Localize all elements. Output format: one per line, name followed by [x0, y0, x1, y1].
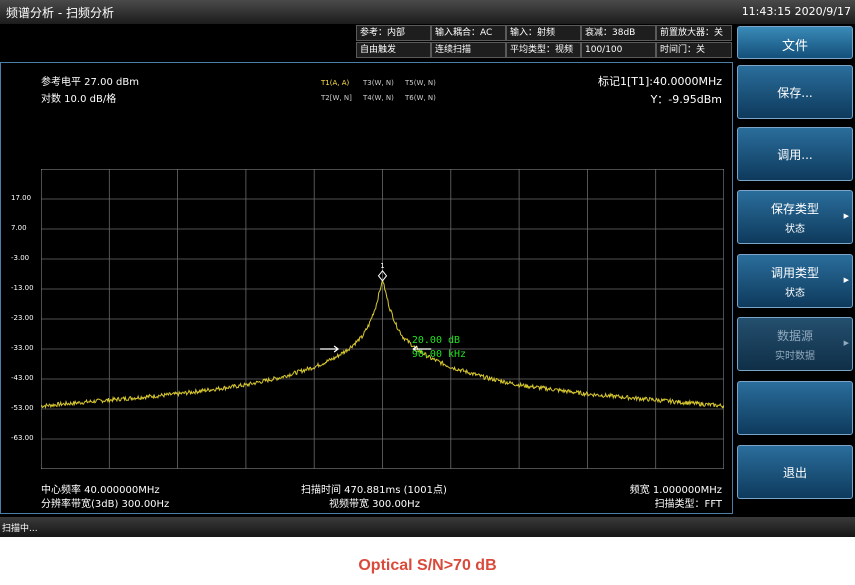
file-menu-button[interactable]: 文件: [737, 26, 853, 59]
y-tick-label: -13.00: [11, 284, 34, 292]
softkey-sub-label: 实时数据: [775, 351, 815, 362]
save-type-button[interactable]: 保存类型 状态 ▶: [737, 190, 853, 244]
bandwidth-annotation: 20.00 dB: [412, 335, 460, 346]
figure-caption: Optical S/N>70 dB: [358, 557, 497, 574]
softkey-label: 调用...: [777, 148, 813, 162]
y-tick-label: -43.00: [11, 374, 34, 382]
softkey-panel: 文件 保存... 调用... 保存类型 状态 ▶ 调用类型 状态 ▶ 数据源 实…: [733, 24, 855, 514]
info-trigger: 自由触发: [356, 42, 431, 58]
submenu-arrow-icon: ▶: [843, 276, 849, 284]
clock: 11:43:15 2020/9/17: [741, 5, 851, 18]
trace-1-label[interactable]: T1(A, A): [321, 79, 349, 87]
status-bar: 扫描中...: [0, 517, 855, 537]
resolution-bandwidth: 分辨率带宽(3dB) 300.00Hz: [41, 499, 170, 510]
recall-button[interactable]: 调用...: [737, 127, 853, 181]
bandwidth-annotation: 90.00 kHz: [412, 349, 466, 360]
trace-5-label[interactable]: T5(W, N): [405, 79, 436, 87]
y-tick-label: -33.00: [11, 344, 34, 352]
softkey-label: 数据源: [776, 329, 813, 343]
sweep-time: 扫描时间 470.881ms (1001点): [301, 485, 447, 496]
save-button[interactable]: 保存...: [737, 65, 853, 119]
status-info-grid: 参考：内部 输入耦合：AC 输入：射频 衰减：38dB 前置放大器：关 自由触发…: [356, 25, 732, 59]
video-bandwidth: 视频带宽 300.00Hz: [329, 499, 420, 510]
spectrum-plot[interactable]: 1 20.00 dB 90.00 kHz: [41, 169, 724, 469]
trace-3-label[interactable]: T3(W, N): [363, 79, 394, 87]
info-time-gate: 时间门：关: [656, 42, 732, 58]
blank-softkey[interactable]: [737, 381, 853, 435]
marker-readout: 标记1[T1]:40.0000MHz: [597, 75, 722, 88]
marker-number: 1: [380, 262, 384, 270]
y-tick-label: -63.00: [11, 434, 34, 442]
sweep-type: 扫描类型：FFT: [654, 499, 722, 510]
spectrum-display: 参考电平 27.00 dBm 对数 10.0 dB/格 T1(A, A) T3(…: [0, 62, 733, 514]
exit-button[interactable]: 退出: [737, 445, 853, 499]
info-sweep-mode: 连续扫描: [431, 42, 506, 58]
softkey-sub-label: 状态: [785, 224, 805, 235]
title-bar: 频谱分析 - 扫频分析 11:43:15 2020/9/17: [0, 0, 855, 24]
info-average-type: 平均类型：视频: [506, 42, 581, 58]
info-reference: 参考：内部: [356, 25, 431, 41]
recall-type-button[interactable]: 调用类型 状态 ▶: [737, 254, 853, 308]
y-tick-label: 17.00: [11, 194, 32, 202]
info-average-count: 100/100: [581, 42, 656, 58]
y-tick-label: -3.00: [11, 254, 30, 262]
trace-6-label[interactable]: T6(W, N): [405, 94, 436, 102]
marker-y-readout: Y：-9.95dBm: [650, 93, 722, 106]
span: 频宽 1.000000MHz: [629, 485, 722, 496]
softkey-label: 退出: [782, 466, 807, 480]
info-attenuation: 衰减：38dB: [581, 25, 656, 41]
scale: 对数 10.0 dB/格: [41, 94, 117, 105]
trace-2-label[interactable]: T2[W, N]: [321, 94, 352, 102]
softkey-label: 调用类型: [770, 266, 819, 280]
softkey-label: 保存...: [777, 86, 813, 100]
status-text: 扫描中...: [2, 524, 38, 534]
center-frequency: 中心频率 40.000000MHz: [41, 485, 160, 496]
submenu-arrow-icon: ▶: [843, 212, 849, 220]
info-input-coupling: 输入耦合：AC: [431, 25, 506, 41]
bandwidth-left-arrow-icon: [320, 345, 340, 353]
window-title: 频谱分析 - 扫频分析: [6, 6, 114, 20]
submenu-arrow-icon: ▶: [843, 339, 849, 347]
y-tick-label: -53.00: [11, 404, 34, 412]
y-tick-label: 7.00: [11, 224, 27, 232]
y-tick-label: -23.00: [11, 314, 34, 322]
data-source-button[interactable]: 数据源 实时数据 ▶: [737, 317, 853, 371]
softkey-label: 保存类型: [770, 202, 819, 216]
trace-4-label[interactable]: T4(W, N): [363, 94, 394, 102]
info-preamp: 前置放大器：关: [656, 25, 732, 41]
ref-level: 参考电平 27.00 dBm: [41, 77, 139, 88]
analyzer-screen: 频谱分析 - 扫频分析 11:43:15 2020/9/17 参考：内部 输入耦…: [0, 0, 855, 537]
softkey-label: 文件: [781, 39, 808, 54]
info-input: 输入：射频: [506, 25, 581, 41]
softkey-sub-label: 状态: [785, 288, 805, 299]
